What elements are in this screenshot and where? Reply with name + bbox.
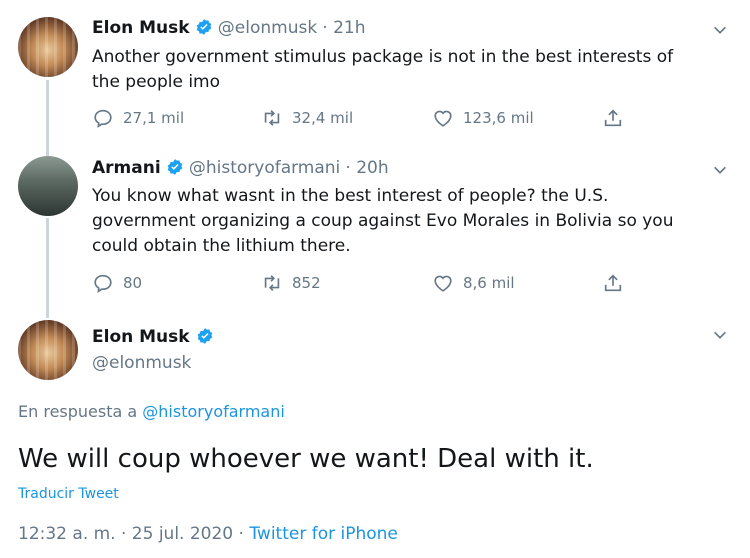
author-name[interactable]: Elon Musk	[92, 327, 214, 347]
verified-icon	[167, 159, 183, 175]
author-handle[interactable]: @elonmusk	[218, 18, 317, 38]
tweet-text: You know what wasnt in the best interest…	[92, 186, 674, 256]
reply-to-link[interactable]: @historyofarmani	[142, 402, 285, 421]
verified-icon	[197, 328, 212, 344]
like-button[interactable]: 8,6 mil	[432, 272, 515, 294]
retweet-count: 852	[292, 274, 321, 292]
tweet-2[interactable]: Armani @historyofarmani · 20h You know w…	[0, 150, 750, 310]
chevron-down-icon[interactable]	[712, 327, 728, 343]
source-link[interactable]: Twitter for iPhone	[249, 524, 398, 544]
share-icon	[604, 109, 622, 127]
tweet-header: Elon Musk @elonmusk · 21h	[92, 18, 366, 38]
author-name-text: Elon Musk	[92, 327, 190, 347]
avatar[interactable]	[18, 156, 78, 216]
tweet-3: Elon Musk @elonmusk En respuesta a @hist…	[0, 310, 750, 558]
tweet-text: Another government stimulus package is n…	[92, 47, 674, 92]
tweet-text: We will coup whoever we want! Deal with …	[18, 444, 594, 474]
avatar[interactable]	[18, 320, 78, 380]
tweet-meta: 12:32 a. m. · 25 jul. 2020 · Twitter for…	[18, 524, 398, 544]
author-handle[interactable]: @elonmusk	[92, 353, 191, 373]
share-button[interactable]	[602, 107, 624, 129]
reply-count: 80	[123, 274, 143, 292]
author-handle[interactable]: @historyofarmani	[189, 158, 340, 178]
reply-button[interactable]: 80	[92, 272, 142, 294]
tweet-time[interactable]: · 20h	[345, 158, 388, 178]
meta-separator: ·	[238, 524, 244, 544]
retweet-button[interactable]: 32,4 mil	[261, 107, 353, 129]
heart-icon	[434, 110, 452, 127]
reply-count: 27,1 mil	[123, 109, 185, 127]
retweet-icon	[264, 275, 280, 291]
reply-prefix: En respuesta a	[18, 402, 138, 421]
share-icon	[604, 274, 622, 292]
like-button[interactable]: 123,6 mil	[432, 107, 534, 129]
share-button[interactable]	[602, 272, 624, 294]
chevron-down-icon[interactable]	[712, 162, 728, 178]
heart-icon	[434, 275, 452, 292]
author-name[interactable]: Armani	[92, 158, 161, 178]
reply-icon	[94, 274, 112, 293]
chevron-down-icon[interactable]	[712, 22, 728, 38]
avatar[interactable]	[18, 17, 78, 77]
tweet-1[interactable]: Elon Musk @elonmusk · 21h Another govern…	[0, 0, 750, 150]
reply-button[interactable]: 27,1 mil	[92, 107, 184, 129]
retweet-count: 32,4 mil	[292, 109, 354, 127]
translate-link[interactable]: Traducir Tweet	[18, 486, 119, 502]
timestamp[interactable]: 12:32 a. m. · 25 jul. 2020	[18, 524, 233, 544]
author-name[interactable]: Elon Musk	[92, 18, 190, 38]
like-count: 8,6 mil	[463, 274, 515, 292]
retweet-icon	[264, 110, 280, 126]
verified-icon	[196, 19, 211, 35]
tweet-time[interactable]: · 21h	[322, 18, 365, 38]
retweet-button[interactable]: 852	[261, 272, 321, 294]
reply-context: En respuesta a @historyofarmani	[18, 402, 285, 421]
like-count: 123,6 mil	[463, 109, 534, 127]
tweet-header: Armani @historyofarmani · 20h	[92, 158, 389, 178]
reply-icon	[94, 109, 112, 128]
